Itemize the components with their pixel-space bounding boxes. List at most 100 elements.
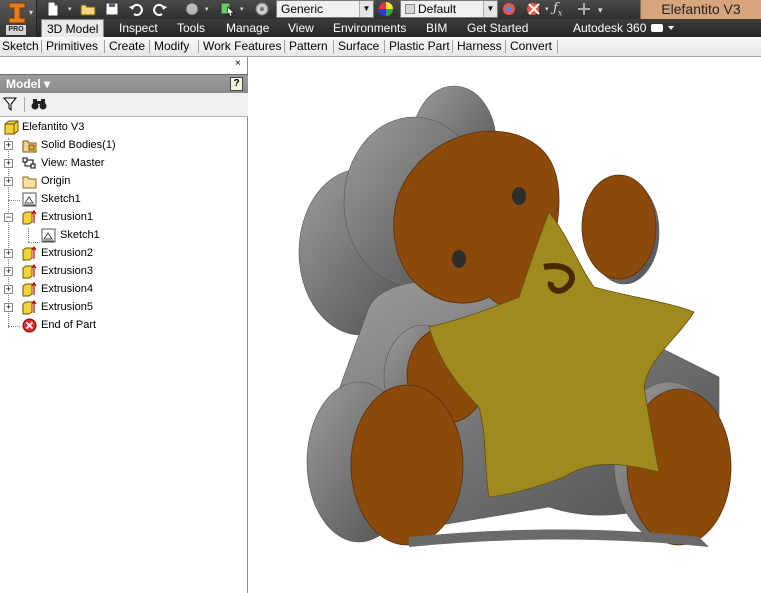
extrusion-icon — [22, 282, 37, 297]
panel-sketch[interactable]: Sketch — [0, 37, 41, 56]
ribbon-minimize-icon[interactable] — [649, 22, 677, 34]
adjust-appearance-icon[interactable] — [502, 1, 518, 17]
extrusion-icon — [22, 264, 37, 279]
tree-item-sketch1[interactable]: Sketch1 — [0, 190, 247, 208]
browser-tree: Elefantito V3 + Solid Bodies(1) + View: … — [0, 118, 247, 593]
tree-item-solid-bodies[interactable]: + Solid Bodies(1) — [0, 136, 247, 154]
extrusion-icon — [22, 300, 37, 315]
tab-view[interactable]: View — [283, 19, 319, 37]
extrusion-icon — [22, 210, 37, 225]
ribbon-panel-bar: Sketch Primitives Create Modify Work Fea… — [0, 37, 761, 57]
browser-title-dropdown[interactable]: Model ▾ — [6, 77, 50, 91]
material-combo-value: Generic — [281, 2, 324, 16]
expand-icon[interactable]: + — [4, 141, 13, 150]
panel-harness[interactable]: Harness — [455, 37, 504, 56]
tree-item-label: Solid Bodies(1) — [41, 139, 116, 151]
tab-environments[interactable]: Environments — [328, 19, 411, 37]
panel-divider — [284, 40, 285, 53]
filter-icon[interactable] — [3, 97, 17, 111]
tab-get-started[interactable]: Get Started — [462, 19, 533, 37]
tab-inspect[interactable]: Inspect — [114, 19, 163, 37]
panel-divider — [104, 40, 105, 53]
tree-item-label: Extrusion2 — [41, 247, 93, 259]
tree-item-extrusion1[interactable]: − Extrusion1 — [0, 208, 247, 226]
expand-icon[interactable]: + — [4, 285, 13, 294]
customize-dropdown-icon[interactable]: ▾ — [598, 5, 603, 16]
browser-header: Model ▾ ? — [0, 74, 248, 93]
fx-parameters-icon[interactable]: ƒx — [553, 1, 569, 18]
tree-item-root-part[interactable]: Elefantito V3 — [0, 118, 247, 136]
chevron-down-icon[interactable]: ▼ — [359, 1, 373, 17]
expand-icon[interactable]: + — [4, 267, 13, 276]
solid-bodies-icon — [22, 140, 37, 153]
tree-item-view-master[interactable]: + View: Master — [0, 154, 247, 172]
add-icon[interactable] — [576, 1, 592, 17]
select-dropdown-icon[interactable]: ▾ — [240, 5, 244, 13]
expand-icon[interactable]: + — [4, 303, 13, 312]
panel-plastic-part[interactable]: Plastic Part — [387, 37, 452, 56]
panel-divider — [505, 40, 506, 53]
select-icon[interactable] — [220, 1, 236, 17]
open-icon[interactable] — [80, 1, 96, 17]
new-file-icon[interactable] — [45, 1, 61, 17]
tree-item-label: Sketch1 — [60, 229, 100, 241]
panel-create[interactable]: Create — [107, 37, 147, 56]
tab-tools[interactable]: Tools — [172, 19, 210, 37]
chevron-down-icon[interactable]: ▼ — [483, 1, 497, 17]
new-dropdown-icon[interactable]: ▾ — [68, 5, 72, 13]
tab-bim[interactable]: BIM — [421, 19, 452, 37]
tree-item-label: Elefantito V3 — [22, 121, 85, 133]
application-menu-button[interactable]: PRO ▾ — [0, 0, 37, 37]
tree-item-label: End of Part — [41, 319, 97, 331]
help-icon[interactable]: ? — [230, 77, 243, 91]
material-combo[interactable]: Generic ▼ — [276, 0, 374, 18]
update-icon[interactable] — [184, 1, 200, 17]
app-menu-chevron-icon[interactable]: ▾ — [29, 8, 33, 17]
appearance-combo[interactable]: Default ▼ — [400, 0, 498, 18]
tree-item-end-of-part[interactable]: End of Part — [0, 316, 247, 334]
panel-modify[interactable]: Modify — [152, 37, 191, 56]
update-dropdown-icon[interactable]: ▾ — [205, 5, 209, 13]
panel-work-features[interactable]: Work Features — [201, 37, 283, 56]
expand-icon[interactable]: + — [4, 249, 13, 258]
panel-pattern[interactable]: Pattern — [287, 37, 330, 56]
save-icon[interactable] — [104, 1, 120, 17]
panel-surface[interactable]: Surface — [336, 37, 381, 56]
collapse-icon[interactable]: − — [4, 213, 13, 222]
undo-icon[interactable] — [128, 1, 144, 17]
find-binoculars-icon[interactable] — [31, 97, 47, 111]
model-browser: × Model ▾ ? Elefantito V3 + Solid Bodies… — [0, 57, 248, 593]
quick-access-toolbar: ▾ ▾ ▾ Generic ▼ Default ▼ ▾ ƒx ▾ Elefant… — [0, 0, 761, 19]
appearance-combo-value: Default — [418, 2, 457, 16]
browser-toolbar — [0, 93, 248, 117]
panel-primitives[interactable]: Primitives — [44, 37, 100, 56]
tree-item-extrusion1-sketch1[interactable]: Sketch1 — [0, 226, 247, 244]
appearance-color-icon — [379, 2, 393, 16]
document-title: Elefantito V3 — [640, 0, 761, 19]
ribbon-tab-bar: 3D Model Inspect Tools Manage View Envir… — [37, 19, 761, 37]
tree-item-extrusion4[interactable]: + Extrusion4 — [0, 280, 247, 298]
appearance-dropdown-icon[interactable]: ▾ — [545, 5, 549, 13]
tab-3d-model[interactable]: 3D Model — [41, 19, 105, 37]
close-icon[interactable]: × — [235, 59, 245, 69]
tree-item-extrusion3[interactable]: + Extrusion3 — [0, 262, 247, 280]
tab-autodesk-360[interactable]: Autodesk 360 — [568, 19, 651, 37]
tree-item-origin[interactable]: + Origin — [0, 172, 247, 190]
clear-appearance-icon[interactable] — [526, 1, 542, 17]
panel-divider — [149, 40, 150, 53]
expand-icon[interactable]: + — [4, 177, 13, 186]
tree-item-label: Sketch1 — [41, 193, 81, 205]
panel-convert[interactable]: Convert — [508, 37, 554, 56]
expand-icon[interactable]: + — [4, 159, 13, 168]
tree-item-extrusion5[interactable]: + Extrusion5 — [0, 298, 247, 316]
tab-manage[interactable]: Manage — [221, 19, 274, 37]
tree-item-label: Extrusion1 — [41, 211, 93, 223]
elephant-model-render[interactable] — [249, 57, 761, 593]
redo-icon[interactable] — [152, 1, 168, 17]
material-icon — [255, 2, 269, 16]
graphics-viewport[interactable] — [249, 57, 761, 593]
eye-hole-upper — [512, 187, 526, 205]
inventor-logo-icon — [8, 2, 26, 24]
panel-divider — [41, 40, 42, 53]
tree-item-extrusion2[interactable]: + Extrusion2 — [0, 244, 247, 262]
